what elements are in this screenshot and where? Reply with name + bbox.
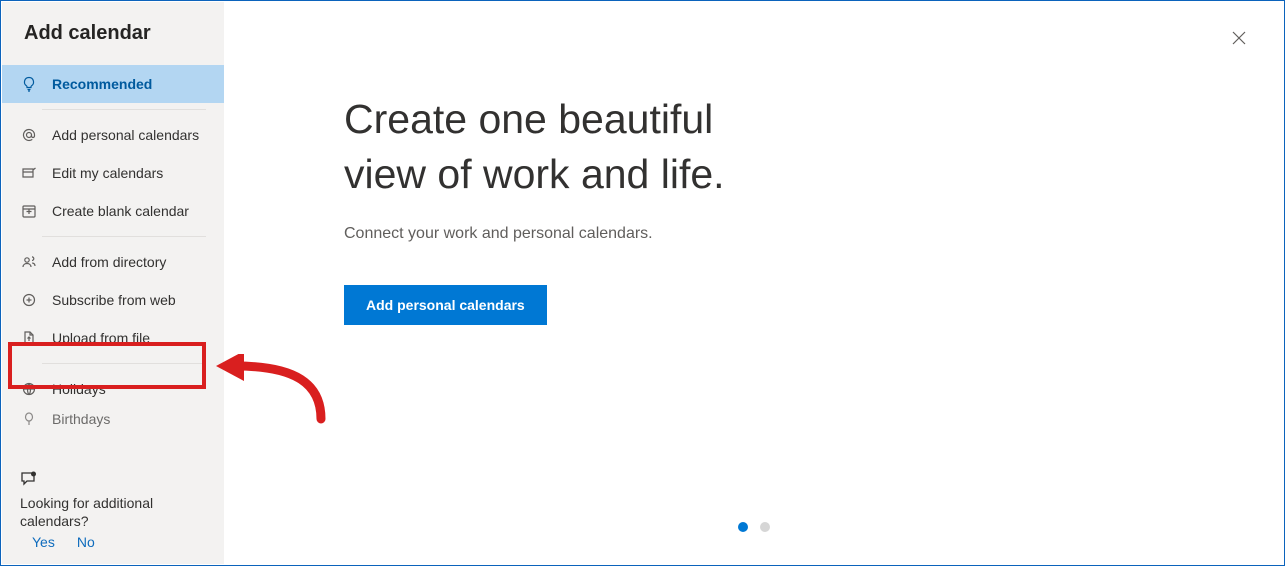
footer-no-link[interactable]: No: [77, 534, 95, 550]
sidebar-item-add-directory[interactable]: Add from directory: [2, 243, 224, 281]
sidebar-item-add-personal[interactable]: Add personal calendars: [2, 116, 224, 154]
sidebar-item-label: Holidays: [52, 381, 106, 397]
main-content: Create one beautiful view of work and li…: [224, 2, 1283, 564]
sidebar: Add calendar Recommended Add personal ca…: [2, 2, 224, 564]
sidebar-item-label: Birthdays: [52, 411, 110, 427]
footer-yes-link[interactable]: Yes: [32, 534, 55, 550]
add-personal-calendars-button[interactable]: Add personal calendars: [344, 285, 547, 325]
subscribe-icon: [20, 291, 38, 309]
sidebar-item-label: Add from directory: [52, 254, 166, 270]
footer: Looking for additional calendars? Yes No: [20, 470, 206, 550]
sidebar-item-holidays[interactable]: Holidays: [2, 370, 224, 408]
feedback-icon: [20, 470, 206, 488]
sidebar-item-label: Upload from file: [52, 330, 150, 346]
sidebar-item-upload-file[interactable]: Upload from file: [2, 319, 224, 357]
people-icon: [20, 253, 38, 271]
dialog-title: Add calendar: [2, 2, 224, 63]
main-subheading: Connect your work and personal calendars…: [344, 225, 1283, 243]
separator: [42, 363, 206, 364]
add-square-icon: [20, 202, 38, 220]
pager-dot-1[interactable]: [738, 522, 748, 532]
sidebar-nav: Recommended Add personal calendars Edit …: [2, 63, 224, 430]
sidebar-item-label: Create blank calendar: [52, 203, 189, 219]
sidebar-item-label: Edit my calendars: [52, 165, 163, 181]
file-upload-icon: [20, 329, 38, 347]
balloon-icon: [20, 410, 38, 428]
sidebar-item-label: Recommended: [52, 76, 152, 92]
sidebar-item-subscribe-web[interactable]: Subscribe from web: [2, 281, 224, 319]
mention-icon: [20, 126, 38, 144]
sidebar-item-birthdays[interactable]: Birthdays: [2, 408, 224, 430]
separator: [42, 236, 206, 237]
sidebar-item-recommended[interactable]: Recommended: [2, 65, 224, 103]
separator: [42, 109, 206, 110]
heading-line1: Create one beautiful: [344, 96, 713, 142]
carousel-pager: [738, 522, 770, 532]
sidebar-item-label: Add personal calendars: [52, 127, 199, 143]
pager-dot-2[interactable]: [760, 522, 770, 532]
edit-icon: [20, 164, 38, 182]
sidebar-item-label: Subscribe from web: [52, 292, 176, 308]
sidebar-item-create-blank[interactable]: Create blank calendar: [2, 192, 224, 230]
globe-icon: [20, 380, 38, 398]
footer-question: Looking for additional calendars?: [20, 494, 206, 530]
close-button[interactable]: [1225, 24, 1253, 52]
heading-line2: view of work and life.: [344, 151, 725, 197]
sidebar-item-edit[interactable]: Edit my calendars: [2, 154, 224, 192]
lightbulb-icon: [20, 75, 38, 93]
main-heading: Create one beautiful view of work and li…: [344, 92, 1283, 203]
